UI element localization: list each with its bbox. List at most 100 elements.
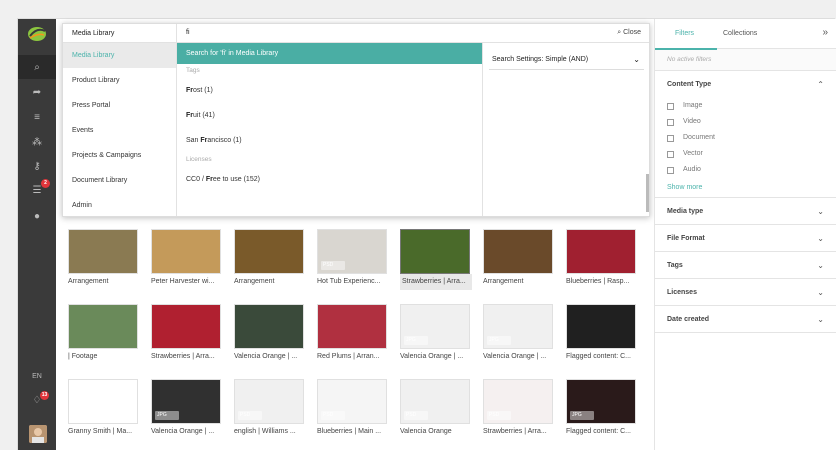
filter-section-date-created[interactable]: Date created ⌄ [655,306,836,333]
asset-tile[interactable]: JPG Flagged content: C... [566,379,646,440]
asset-tile[interactable]: Blueberries | Rasp... [566,229,646,290]
filter-option-image[interactable]: Image [655,98,836,114]
asset-thumbnail[interactable] [151,304,221,349]
user-avatar[interactable] [29,425,47,443]
asset-tile[interactable]: Flagged content: C... [566,304,646,365]
asset-thumbnail[interactable] [483,229,553,274]
collapse-panel-icon[interactable]: » [822,27,828,38]
scrollbar[interactable] [646,174,649,212]
language-switch[interactable]: EN [18,373,56,380]
asset-tile[interactable]: PSD Valencia Orange [400,379,480,440]
asset-tile[interactable]: | Footage [68,304,148,365]
close-button[interactable]: ⌕ Close [617,29,641,37]
asset-thumbnail[interactable]: PSD [317,379,387,424]
tasks-icon[interactable]: ☰ [18,179,56,201]
asset-tile[interactable]: Arrangement [68,229,148,290]
filter-section-licenses[interactable]: Licenses ⌄ [655,279,836,306]
search-icon[interactable]: ⌕ [18,56,56,78]
asset-thumbnail[interactable]: JPG [483,304,553,349]
asset-tile[interactable]: PSD Hot Tub Experienc... [317,229,397,290]
app-window: ⌕ ➦ ≡ ⁂ ⚷ ☰ 2 ● EN ♢ 13 Arrangement Peter… [17,18,836,450]
asset-thumbnail[interactable] [317,304,387,349]
scope-events[interactable]: Events [63,118,176,143]
show-more-link[interactable]: Show more [655,178,836,198]
notification-bell-icon[interactable]: ♢ [18,389,56,411]
tab-collections[interactable]: Collections [723,30,757,37]
asset-tile[interactable]: PSD Granny Smith | Ma... [68,379,148,440]
checkbox[interactable] [667,150,674,158]
asset-thumbnail[interactable] [151,229,221,274]
search-settings-select[interactable]: Search Settings: Simple (AND) ⌄ [489,50,644,70]
filter-option-vector[interactable]: Vector [655,146,836,162]
asset-thumbnail[interactable] [68,229,138,274]
asset-tile[interactable]: PSD Strawberries | Arra... [483,379,563,440]
asset-tile[interactable]: Red Plums | Arran... [317,304,397,365]
asset-thumbnail[interactable]: JPG [566,379,636,424]
search-bar: fi ⌕ Close [177,24,649,43]
list-icon[interactable]: ≡ [18,106,56,128]
asset-tile[interactable]: Valencia Orange | ... [234,304,314,365]
search-all-suggestion[interactable]: Search for 'fi' in Media Library [177,43,482,64]
checkbox[interactable] [667,134,674,142]
asset-thumbnail[interactable] [566,304,636,349]
asset-thumbnail[interactable]: PSD [234,379,304,424]
match-text: Fr [205,176,213,183]
asset-tile[interactable]: JPG Valencia Orange | ... [151,379,231,440]
asset-thumbnail[interactable]: JPG [400,304,470,349]
asset-thumbnail[interactable]: PSD [317,229,387,274]
filter-option-document[interactable]: Document [655,130,836,146]
filter-option-video[interactable]: Video [655,114,836,130]
asset-thumbnail[interactable] [68,304,138,349]
search-input[interactable]: fi [186,29,190,36]
asset-tile[interactable]: Peter Harvester wi... [151,229,231,290]
suggestion-tag-frost[interactable]: Frost (1) [177,78,482,103]
app-logo-icon[interactable] [26,25,48,43]
asset-tile[interactable]: Strawberries | Arra... [400,229,480,290]
asset-tile[interactable]: JPG Valencia Orange | ... [483,304,563,365]
scope-product-library[interactable]: Product Library [63,68,176,93]
asset-tile[interactable]: JPG Valencia Orange | ... [400,304,480,365]
asset-thumbnail[interactable]: JPG [151,379,221,424]
asset-tile[interactable]: Arrangement [483,229,563,290]
suggestion-tag-fruit[interactable]: Fruit (41) [177,103,482,128]
asset-caption: Flagged content: C... [566,353,631,360]
asset-thumbnail[interactable]: PSD [483,379,553,424]
asset-tile[interactable]: PSD Blueberries | Main ... [317,379,397,440]
suggestion-license-cc0[interactable]: CC0 / Free to use (152) [177,167,482,192]
checkbox[interactable] [667,118,674,126]
filter-option-audio[interactable]: Audio [655,162,836,178]
content-type-header[interactable]: Content Type ⌃ [655,71,836,98]
prefix-text: CC0 / [186,176,206,183]
tags-section-label: Tags [186,67,200,74]
asset-caption: Valencia Orange | ... [483,353,547,360]
asset-thumbnail[interactable] [234,304,304,349]
checkbox[interactable] [667,102,674,110]
key-icon[interactable]: ⚷ [18,155,56,177]
asset-thumbnail[interactable] [234,229,304,274]
help-icon[interactable]: ● [18,205,56,227]
checkbox[interactable] [667,166,674,174]
filter-tabs: Filters Collections » [655,19,836,50]
asset-thumbnail[interactable] [400,229,470,274]
filter-section-file-format[interactable]: File Format ⌄ [655,225,836,252]
scope-document-library[interactable]: Document Library [63,168,176,193]
asset-thumbnail[interactable] [566,229,636,274]
filter-section-tags[interactable]: Tags ⌄ [655,252,836,279]
asset-caption: Valencia Orange [400,428,452,435]
share-icon[interactable]: ➦ [18,81,56,103]
asset-caption: Valencia Orange | ... [400,353,464,360]
asset-thumbnail[interactable]: PSD [400,379,470,424]
suggestion-tag-san-francisco[interactable]: San Francisco (1) [177,128,482,153]
asset-thumbnail[interactable]: PSD [68,379,138,424]
scope-media-library[interactable]: Media Library [63,43,176,68]
asset-tile[interactable]: Arrangement [234,229,314,290]
scope-press-portal[interactable]: Press Portal [63,93,176,118]
filter-section-media-type[interactable]: Media type ⌄ [655,198,836,225]
asset-tile[interactable]: Strawberries | Arra... [151,304,231,365]
scope-admin[interactable]: Admin [63,193,176,218]
scope-projects-campaigns[interactable]: Projects & Campaigns [63,143,176,168]
asset-tile[interactable]: PSD english | Williams ... [234,379,314,440]
tab-filters[interactable]: Filters [675,30,694,37]
scope-selector[interactable]: Media Library [63,24,176,43]
hierarchy-icon[interactable]: ⁂ [18,131,56,153]
